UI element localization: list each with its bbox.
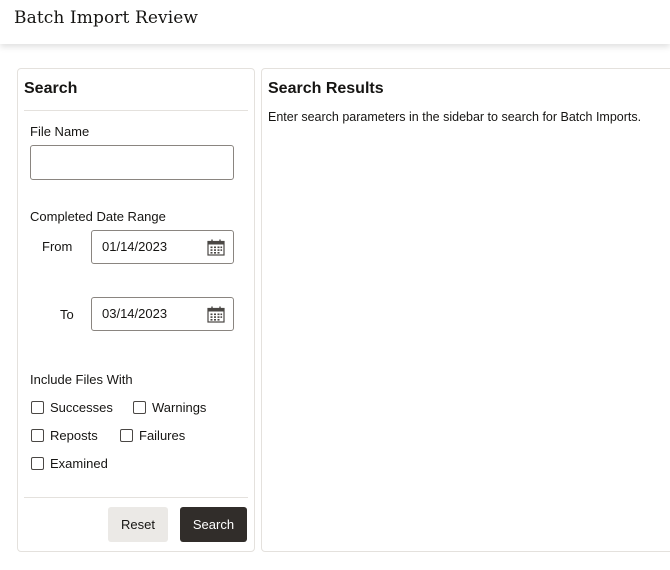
to-label: To [60,307,74,322]
checkbox-label: Failures [139,427,186,443]
checkbox-box[interactable] [31,400,44,414]
checkbox-box[interactable] [120,428,133,442]
calendar-icon[interactable] [207,306,225,323]
file-name-label: File Name [30,124,90,139]
date-range-label: Completed Date Range [30,209,166,224]
sidebar-divider-top [24,110,248,111]
checkbox-box[interactable] [31,428,44,442]
sidebar-divider-bottom [24,497,248,498]
search-results-panel: Search Results Enter search parameters i… [261,68,670,552]
from-label: From [42,239,73,254]
page-header: Batch Import Review [0,0,670,44]
page-title: Batch Import Review [14,8,199,28]
checkbox-box[interactable] [31,456,44,470]
search-sidebar: Search File Name Completed Date Range Fr… [17,68,255,552]
checkbox-successes[interactable]: Successes [31,399,113,415]
checkbox-failures[interactable]: Failures [120,427,185,443]
from-date-input[interactable]: 01/14/2023 [91,230,234,264]
checkbox-label: Successes [50,399,113,415]
checkbox-label: Warnings [152,399,207,415]
sidebar-title: Search [24,80,78,97]
results-hint: Enter search parameters in the sidebar t… [268,110,642,124]
file-name-input[interactable] [30,145,234,180]
checkbox-label: Examined [50,455,108,471]
calendar-icon[interactable] [207,239,225,256]
checkbox-reposts[interactable]: Reposts [31,427,98,443]
checkbox-box[interactable] [133,400,146,414]
checkbox-examined[interactable]: Examined [31,455,108,471]
search-button[interactable]: Search [180,507,247,542]
from-date-value: 01/14/2023 [102,239,168,254]
to-date-input[interactable]: 03/14/2023 [91,297,234,331]
checkbox-warnings[interactable]: Warnings [133,399,206,415]
include-files-label: Include Files With [30,372,133,387]
reset-button[interactable]: Reset [108,507,168,542]
results-title: Search Results [268,80,384,97]
to-date-value: 03/14/2023 [102,306,168,321]
checkbox-label: Reposts [50,427,98,443]
